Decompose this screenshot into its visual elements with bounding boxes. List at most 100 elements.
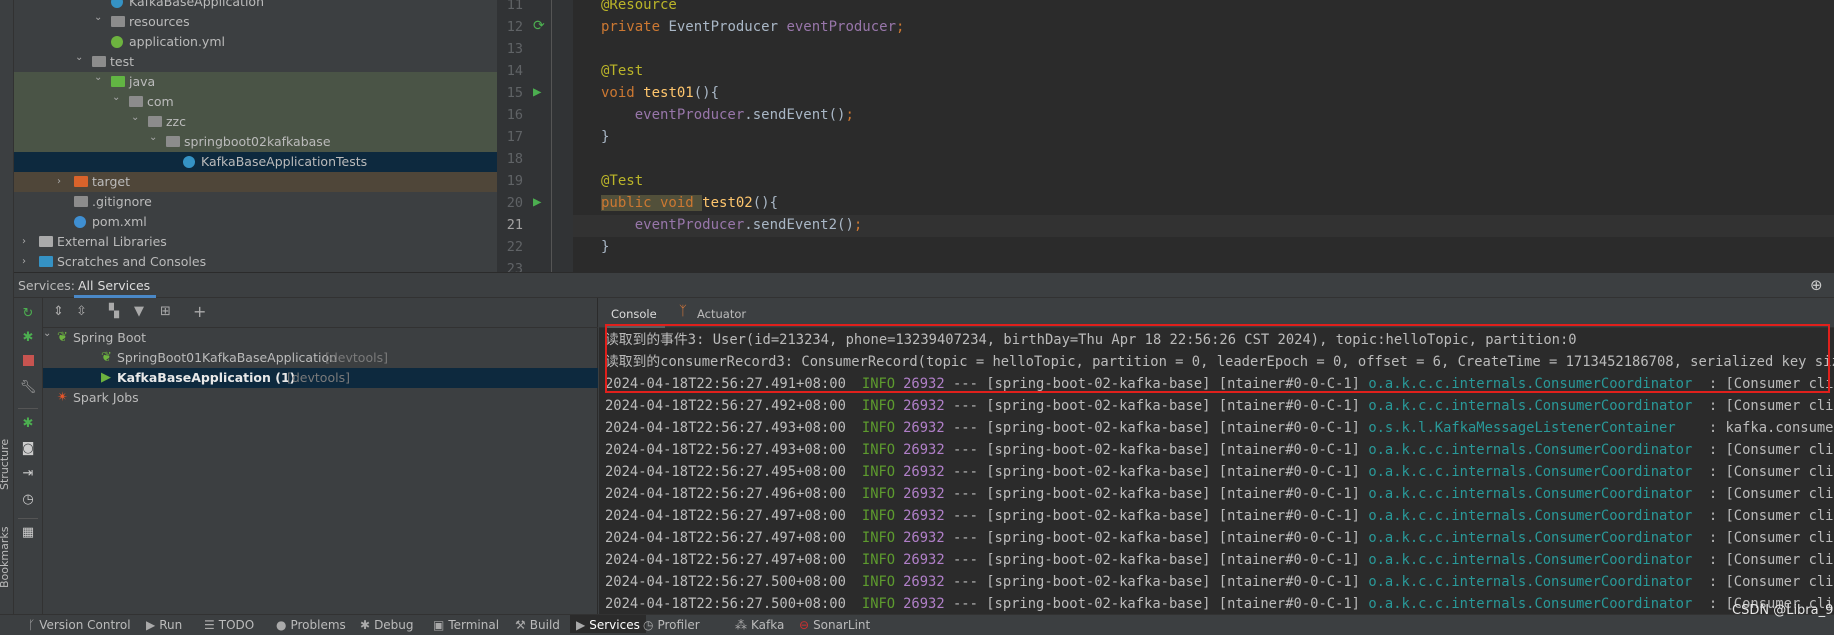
bottom-tab-kafka[interactable]: ⁂ Kafka bbox=[735, 615, 784, 633]
run-test-icon[interactable]: ▶ bbox=[533, 84, 541, 100]
chevron-right-icon[interactable]: › bbox=[57, 172, 67, 192]
wrench-icon[interactable]: 🔧︎ bbox=[19, 380, 37, 395]
log-message: : [Consumer clientId bbox=[1708, 442, 1834, 458]
chevron-down-icon[interactable]: ⌄ bbox=[149, 128, 159, 148]
tree-item-label: application.yml bbox=[129, 34, 225, 49]
target-icon[interactable]: ⊕ bbox=[1810, 276, 1823, 294]
group-by-icon[interactable]: ▚ bbox=[109, 304, 119, 319]
spring-bean-icon[interactable]: ⟳ bbox=[533, 18, 545, 34]
tree-item[interactable]: ⌄ com bbox=[14, 92, 497, 112]
line-number: 17 bbox=[506, 129, 523, 145]
code-line[interactable]: eventProducer.sendEvent(); bbox=[601, 107, 854, 123]
camera-icon[interactable]: ◙ bbox=[19, 441, 37, 456]
tree-item[interactable]: KafkaBaseApplication bbox=[14, 0, 497, 12]
chevron-down-icon[interactable]: ⌄ bbox=[94, 8, 104, 28]
code-line[interactable]: } bbox=[601, 239, 609, 255]
chevron-down-icon[interactable]: ⌄ bbox=[112, 88, 122, 108]
tab-actuator[interactable]: Actuator bbox=[697, 307, 746, 321]
code-line[interactable]: public void test02(){ bbox=[601, 195, 778, 211]
code-line[interactable]: @Test bbox=[601, 173, 643, 189]
add-service-icon[interactable]: + bbox=[193, 302, 206, 321]
chevron-down-icon[interactable]: ⌄ bbox=[75, 48, 85, 68]
attach-debugger-icon[interactable]: ✱ bbox=[19, 416, 37, 431]
run-test-icon[interactable]: ▶ bbox=[533, 194, 541, 210]
code-editor[interactable]: 11 12 ⟳ 13 14 15 ▶ 16 17 18 19 20 ▶ 21 22 23 @Resource p… bbox=[497, 0, 1834, 272]
login-icon[interactable]: ⇥ bbox=[19, 466, 37, 481]
debug-rerun-icon[interactable]: ✱ bbox=[19, 330, 37, 345]
bottom-tab-debug[interactable]: ✱ Debug bbox=[360, 615, 414, 633]
log-message: : [Consumer clientId bbox=[1708, 398, 1834, 414]
divider bbox=[18, 408, 38, 409]
tab-console[interactable]: Console bbox=[611, 307, 657, 321]
bottom-tab-terminal[interactable]: ▣ Terminal bbox=[433, 615, 499, 633]
tree-item-label: springboot02kafkabase bbox=[184, 134, 331, 149]
bottom-tab-run[interactable]: ▶ Run bbox=[146, 615, 182, 633]
bottom-tab-services[interactable]: ▶ Services bbox=[570, 615, 646, 633]
console-line: 2024-04-18T22:56:27.500+08:00 INFO 26932 -… bbox=[605, 594, 1834, 614]
tree-item[interactable]: ⌄ zzc bbox=[14, 112, 497, 132]
code-line[interactable]: @Test bbox=[601, 63, 643, 79]
layout-icon[interactable]: ▦ bbox=[19, 525, 37, 540]
tree-item[interactable]: pom.xml bbox=[14, 212, 497, 232]
code-line[interactable]: eventProducer.sendEvent2(); bbox=[601, 217, 863, 233]
chevron-right-icon[interactable]: › bbox=[22, 252, 32, 272]
bookmarks-tab[interactable]: Bookmarks bbox=[0, 527, 11, 588]
service-item[interactable]: ✴ Spark Jobs bbox=[43, 388, 598, 408]
service-item[interactable]: ❦ SpringBoot01KafkaBaseApplication [devtoo… bbox=[43, 348, 598, 368]
bottom-tab-build[interactable]: ⚒ Build bbox=[515, 615, 560, 633]
filter-icon[interactable]: ▼ bbox=[134, 304, 144, 319]
log-thread: --- [spring-boot-02-kafka-base] [ntainer… bbox=[944, 552, 1369, 568]
bottom-tab-label: Terminal bbox=[448, 618, 500, 632]
structure-tab[interactable]: Structure bbox=[0, 439, 11, 490]
tree-item[interactable]: › Scratches and Consoles bbox=[14, 252, 497, 272]
new-tab-icon[interactable]: ⊞ bbox=[160, 304, 171, 319]
code-line[interactable]: private EventProducer eventProducer; bbox=[601, 19, 904, 35]
package-icon bbox=[166, 136, 180, 147]
console-line: 2024-04-18T22:56:27.497+08:00 INFO 26932 -… bbox=[605, 506, 1834, 526]
bottom-tab-todo[interactable]: ☰ TODO bbox=[204, 615, 254, 633]
chevron-right-icon[interactable]: › bbox=[22, 232, 32, 252]
log-pid: 26932 bbox=[903, 486, 945, 502]
libraries-icon bbox=[39, 236, 53, 247]
profiler-attach-icon[interactable]: ◷ bbox=[19, 492, 37, 507]
tree-item[interactable]: KafkaBaseApplicationTests bbox=[14, 152, 497, 172]
bottom-tab-profiler[interactable]: ◷ Profiler bbox=[643, 615, 700, 633]
code-token: eventProducer bbox=[634, 217, 745, 233]
services-action-toolbar: ↻ ✱ 🔧︎ ✱ ◙ ⇥ ◷ ▦ bbox=[14, 298, 43, 614]
bottom-tab-problems[interactable]: ● Problems bbox=[276, 615, 346, 633]
code-line[interactable]: @Resource bbox=[601, 0, 677, 13]
service-item[interactable]: ▶ KafkaBaseApplication (1) [devtools] bbox=[43, 368, 598, 388]
log-logger: o.a.k.c.c.internals.ConsumerCoordinator bbox=[1368, 508, 1709, 524]
chevron-down-icon[interactable]: ⌄ bbox=[131, 108, 141, 128]
log-logger: o.s.k.l.KafkaMessageListenerContainer bbox=[1368, 420, 1709, 436]
rerun-icon[interactable]: ↻ bbox=[19, 306, 37, 321]
tree-item[interactable]: › target bbox=[14, 172, 497, 192]
code-token: (){ bbox=[693, 85, 720, 101]
code-line[interactable]: void test01(){ bbox=[601, 85, 719, 101]
stop-icon[interactable] bbox=[22, 355, 34, 366]
chevron-down-icon[interactable]: ⌄ bbox=[94, 68, 104, 88]
tree-item[interactable]: ⌄ springboot02kafkabase bbox=[14, 132, 497, 152]
spring-boot-icon: ❦ bbox=[57, 330, 68, 345]
log-level: INFO bbox=[861, 486, 896, 502]
services-label: Services: bbox=[18, 278, 75, 293]
bottom-tab-version-control[interactable]: ᚴ Version Control bbox=[28, 615, 131, 633]
log-level: INFO bbox=[861, 508, 896, 524]
tree-item[interactable]: › External Libraries bbox=[14, 232, 497, 252]
tab-all-services[interactable]: All Services bbox=[78, 278, 150, 293]
log-timestamp: 2024-04-18T22:56:27.493+08:00 bbox=[605, 420, 846, 436]
tree-item[interactable]: ⌄ test bbox=[14, 52, 497, 72]
version-control-icon: ᚴ bbox=[28, 618, 36, 632]
service-item[interactable]: ⌄ ❦ Spring Boot bbox=[43, 328, 598, 348]
console-line: 2024-04-18T22:56:27.497+08:00 INFO 26932 -… bbox=[605, 528, 1834, 548]
tree-item[interactable]: ⌄ resources bbox=[14, 12, 497, 32]
tree-item[interactable]: .gitignore bbox=[14, 192, 497, 212]
tree-item[interactable]: application.yml bbox=[14, 32, 497, 52]
tree-item-label: KafkaBaseApplicationTests bbox=[201, 154, 368, 169]
code-line[interactable]: } bbox=[601, 129, 609, 145]
bottom-tab-sonarlint[interactable]: ⊖ SonarLint bbox=[799, 615, 870, 633]
chevron-down-icon[interactable]: ⌄ bbox=[43, 324, 53, 344]
tree-item[interactable]: ⌄ java bbox=[14, 72, 497, 92]
collapse-all-icon[interactable]: ⇳ bbox=[76, 304, 87, 319]
expand-all-icon[interactable]: ⇕ bbox=[53, 304, 64, 319]
